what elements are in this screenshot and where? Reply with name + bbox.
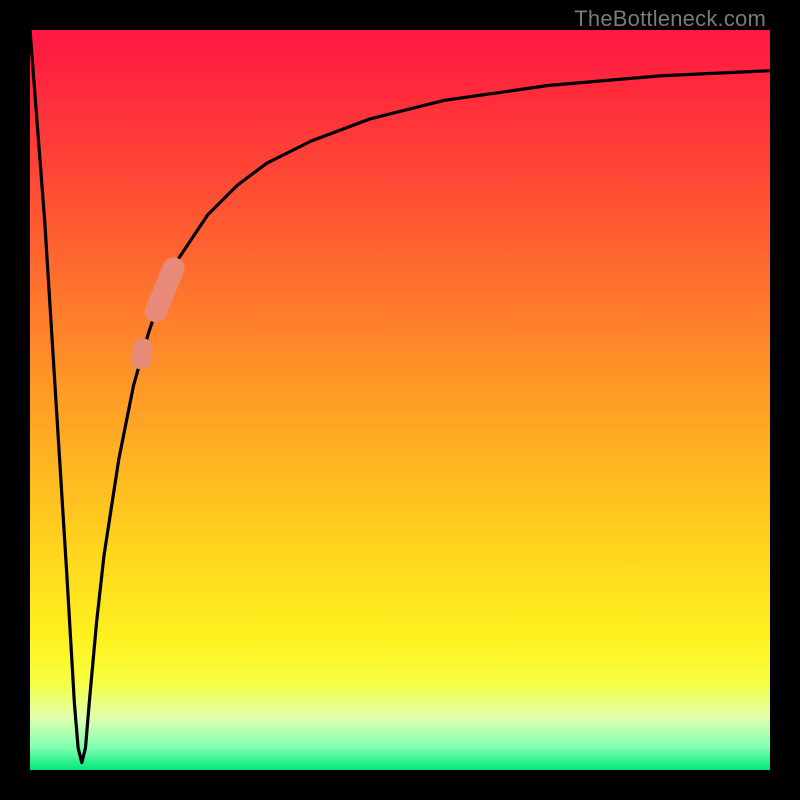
plot-area bbox=[30, 30, 770, 770]
highlight-dots bbox=[131, 264, 181, 369]
watermark-label: TheBottleneck.com bbox=[574, 6, 766, 32]
highlight-dot bbox=[161, 264, 181, 284]
highlight-dot bbox=[131, 349, 151, 369]
chart-frame: TheBottleneck.com bbox=[0, 0, 800, 800]
bottleneck-curve bbox=[30, 30, 770, 763]
curve-layer bbox=[30, 30, 770, 770]
